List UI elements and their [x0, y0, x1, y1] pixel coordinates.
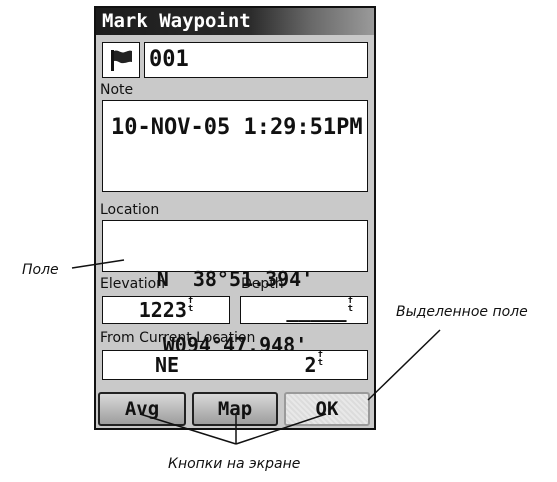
location-field[interactable]: N 38°51.394' W094°47.948': [102, 220, 368, 356]
elevation-value: 1223: [138, 298, 187, 322]
elevation-unit: ft: [187, 296, 194, 314]
depth-field[interactable]: _____f t: [240, 296, 368, 324]
from-current-location-field[interactable]: NE 2f t: [102, 350, 368, 380]
depth-unit: ft: [347, 296, 353, 314]
from-current-location-label: From Current Location: [100, 330, 256, 346]
note-value: 10-NOV-05 1:29:51PM: [111, 115, 363, 140]
gps-device-screen: Mark Waypoint 001 Note 10-NOV-05 1:29:51…: [94, 6, 376, 430]
waypoint-symbol-button[interactable]: [102, 42, 140, 78]
map-button[interactable]: Map: [192, 392, 278, 426]
bearing-value: NE: [155, 353, 180, 377]
depth-label: Depth: [241, 276, 284, 292]
selected-field-callout-text: Выделенное поле: [396, 304, 528, 320]
window-title: Mark Waypoint: [96, 8, 374, 35]
depth-value: _____: [286, 298, 347, 322]
waypoint-name-field[interactable]: 001: [144, 42, 368, 78]
note-field[interactable]: 10-NOV-05 1:29:51PM: [102, 100, 368, 192]
location-label: Location: [100, 202, 160, 218]
distance-readout: 2f t: [305, 351, 323, 379]
selected-field-callout-line: [367, 329, 441, 401]
avg-button[interactable]: Avg: [98, 392, 186, 426]
onscreen-buttons-callout-text: Кнопки на экране: [168, 456, 301, 472]
ok-button[interactable]: OK: [284, 392, 370, 426]
flag-icon: [111, 50, 132, 71]
distance-unit: ft: [317, 350, 323, 368]
elevation-label: Elevation: [100, 276, 166, 292]
distance-value: 2: [304, 353, 317, 377]
field-callout-text: Поле: [22, 262, 59, 278]
note-label: Note: [100, 82, 134, 98]
elevation-field[interactable]: 1223f t: [102, 296, 230, 324]
